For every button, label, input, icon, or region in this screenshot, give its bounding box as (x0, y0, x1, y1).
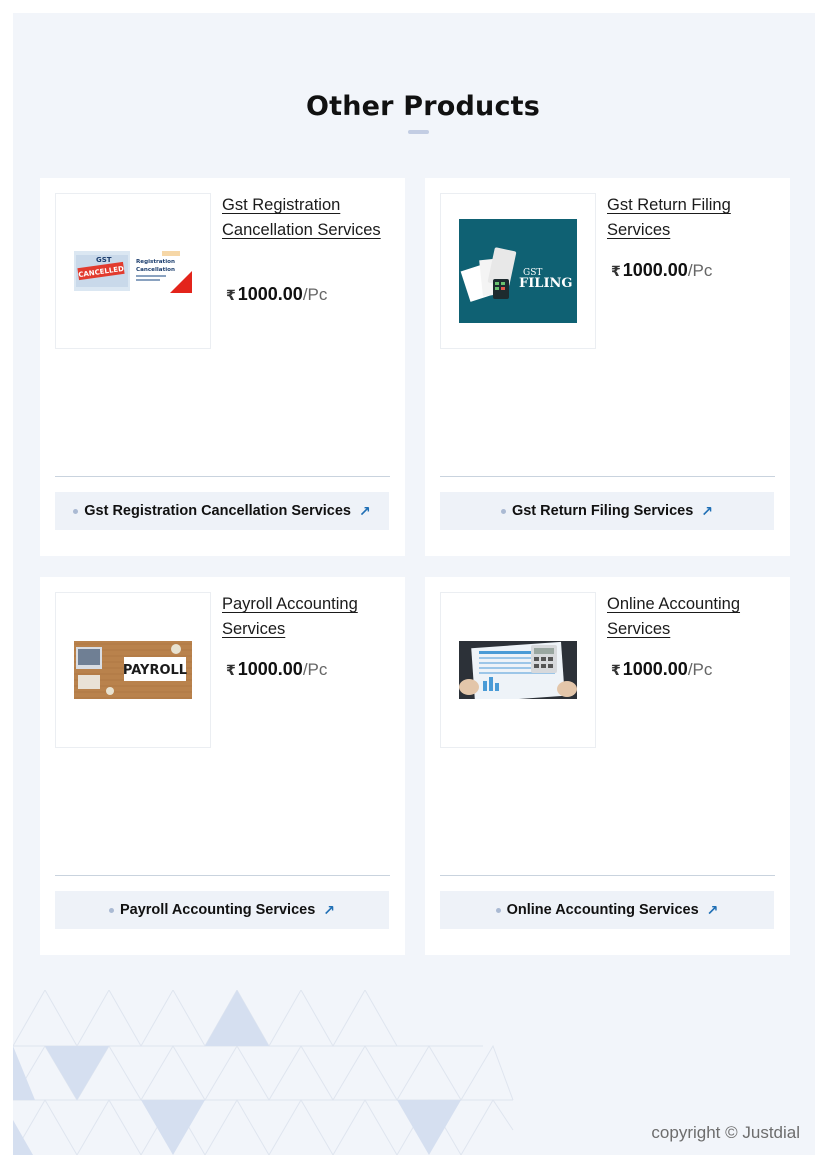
rupee-icon: ₹ (611, 662, 621, 678)
product-price: ₹1000.00/Pc (226, 284, 327, 305)
product-image[interactable]: CANCELLED GST Registration Cancellation (55, 193, 211, 349)
payroll-label: PAYROLL (123, 663, 187, 678)
arrow-up-right-icon: ↗ (359, 502, 371, 519)
copyright-text: copyright © Justdial (651, 1123, 800, 1142)
accounting-image (459, 641, 577, 699)
cancellation-label: Cancellation (136, 267, 175, 273)
category-label: Online Accounting Services (506, 902, 699, 918)
section-title: Other Products (305, 91, 541, 122)
price-amount: 1000.00 (622, 659, 688, 679)
category-button[interactable]: Gst Return Filing Services ↗ (440, 492, 774, 530)
bullet-icon (108, 907, 114, 913)
arrow-up-right-icon: ↗ (706, 901, 719, 918)
other-products-page: Other Products CANCELLED GST Registratio… (13, 13, 815, 1155)
category-button[interactable]: Gst Registration Cancellation Services ↗ (55, 492, 389, 530)
registration-label: Registration (136, 259, 175, 265)
category-label: Gst Registration Cancellation Services (84, 503, 351, 519)
product-image[interactable]: PAYROLL (55, 592, 211, 748)
category-button[interactable]: Payroll Accounting Services ↗ (55, 891, 389, 929)
price-unit: /Pc (687, 261, 713, 280)
product-name-link[interactable]: Online Accounting Services (607, 592, 767, 642)
product-card: GST FILING Gst Return Filing Services ₹1… (425, 178, 790, 556)
product-price: ₹1000.00/Pc (226, 659, 327, 680)
product-price: ₹1000.00/Pc (611, 659, 712, 680)
product-name-link[interactable]: Gst Registration Cancellation Services (222, 193, 382, 243)
arrow-up-right-icon: ↗ (323, 901, 336, 918)
category-label: Payroll Accounting Services (119, 902, 316, 918)
card-divider (440, 476, 775, 477)
filing-label: FILING (519, 276, 573, 291)
title-underline (408, 130, 429, 134)
category-button[interactable]: Online Accounting Services ↗ (440, 891, 774, 929)
gst-cancellation-image: CANCELLED GST Registration Cancellation (74, 249, 192, 293)
price-amount: 1000.00 (622, 260, 688, 280)
triangle-pattern-decoration (13, 990, 514, 1155)
product-card: CANCELLED GST Registration Cancellation … (40, 178, 405, 556)
product-card: PAYROLL Payroll Accounting Services ₹100… (40, 577, 405, 955)
price-unit: /Pc (687, 660, 713, 679)
product-price: ₹1000.00/Pc (611, 260, 712, 281)
card-divider (440, 875, 775, 876)
bullet-icon (73, 508, 79, 514)
price-amount: 1000.00 (237, 659, 303, 679)
card-divider (55, 875, 390, 876)
bullet-icon (495, 907, 501, 913)
gst-filing-image: GST FILING (459, 219, 577, 323)
gst-label: GST (96, 256, 112, 264)
price-unit: /Pc (302, 285, 328, 304)
card-divider (55, 476, 390, 477)
product-name-link[interactable]: Gst Return Filing Services (607, 193, 767, 243)
payroll-image: PAYROLL (74, 641, 192, 699)
arrow-up-right-icon: ↗ (701, 502, 714, 519)
price-amount: 1000.00 (237, 284, 303, 304)
rupee-icon: ₹ (611, 263, 621, 279)
category-label: Gst Return Filing Services (511, 503, 694, 519)
bullet-icon (500, 508, 506, 514)
rupee-icon: ₹ (226, 662, 236, 678)
rupee-icon: ₹ (226, 287, 236, 303)
product-card: Online Accounting Services ₹1000.00/Pc O… (425, 577, 790, 955)
product-image[interactable] (440, 592, 596, 748)
product-image[interactable]: GST FILING (440, 193, 596, 349)
product-name-link[interactable]: Payroll Accounting Services (222, 592, 382, 642)
price-unit: /Pc (302, 660, 328, 679)
